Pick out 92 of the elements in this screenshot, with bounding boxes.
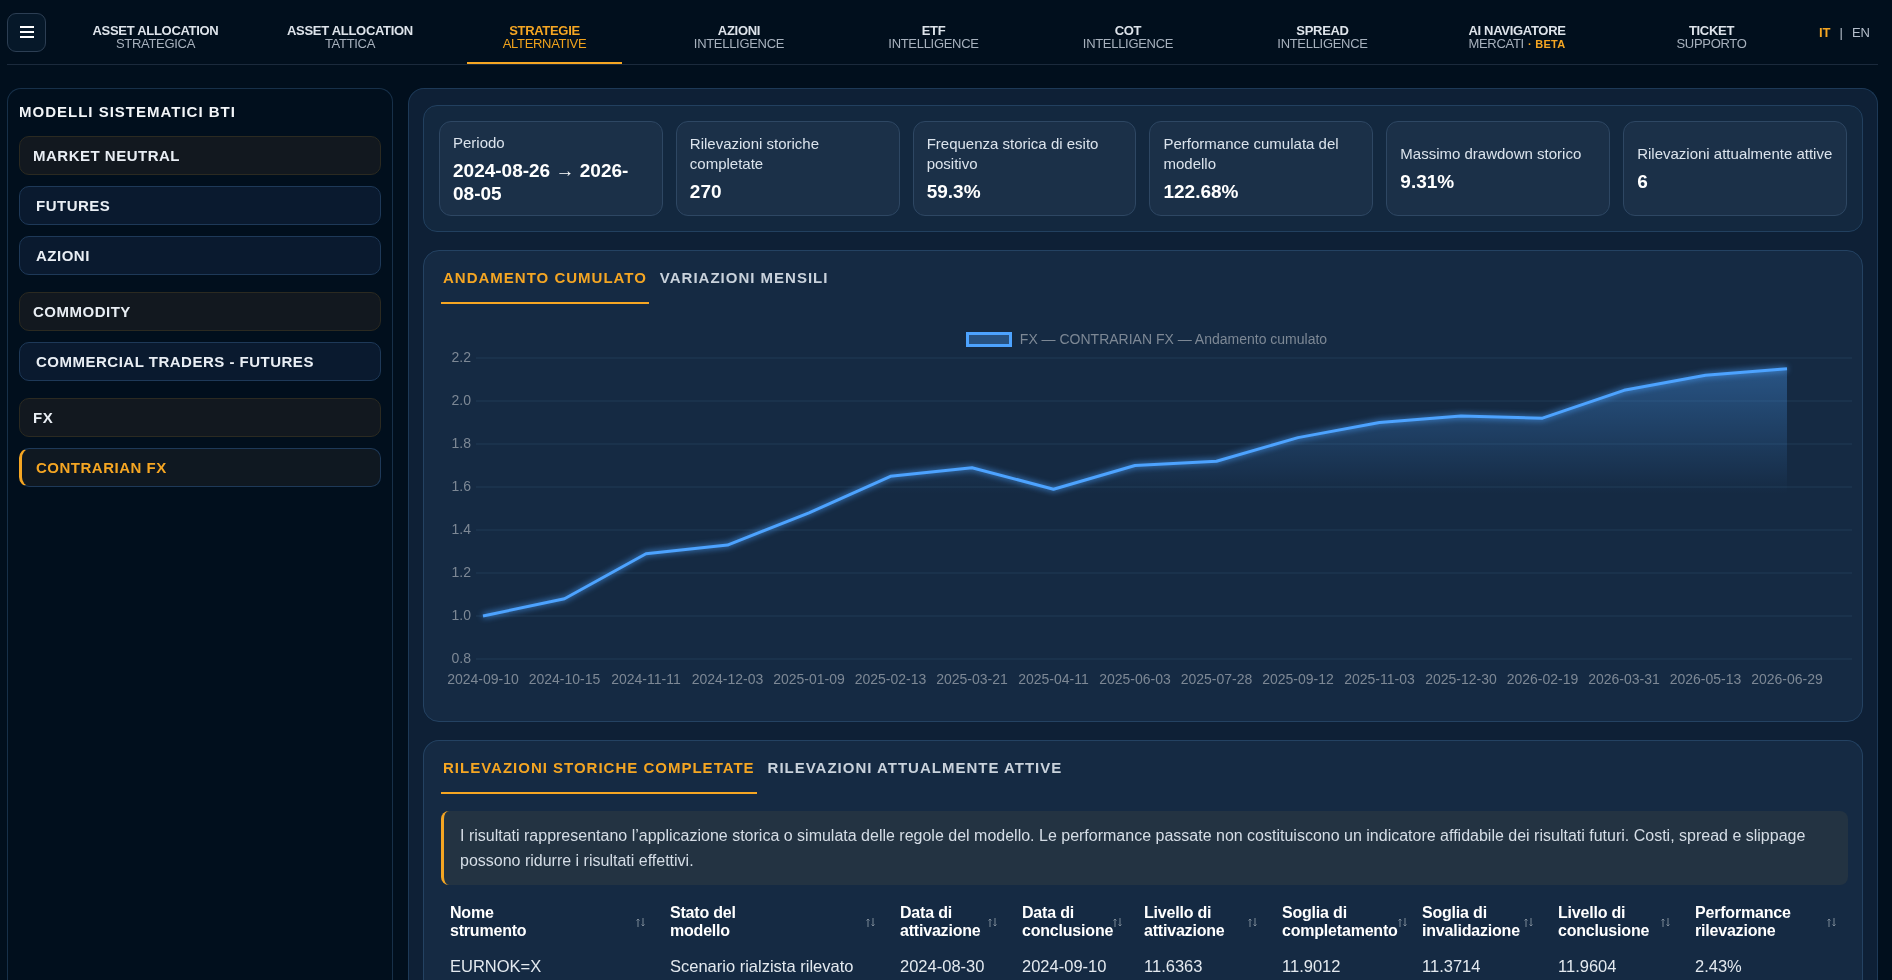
column-header[interactable]: Soglia di completamento	[1273, 904, 1413, 940]
x-axis-label: 2026-05-13	[1669, 670, 1742, 687]
column-header[interactable]: Data di attivazione	[891, 904, 1013, 940]
nav-tab[interactable]: ASSET ALLOCATION TATTICA	[272, 0, 428, 64]
language-option[interactable]: EN	[1851, 24, 1870, 40]
summary-label: Frequenza storica di esito positivo	[926, 134, 1100, 174]
table-cell-text: 11.9012	[1281, 956, 1342, 977]
results-tab[interactable]: RILEVAZIONI STORICHE COMPLETATE	[441, 753, 757, 794]
table-cell-text: 11.3714	[1421, 956, 1482, 977]
x-axis-label: 2024-09-10	[447, 670, 519, 687]
nav-tab[interactable]: ASSET ALLOCATION STRATEGICA	[78, 0, 233, 64]
x-axis-label: 2024-11-11	[611, 670, 681, 687]
table-cell-text: 2024-08-30	[899, 956, 986, 977]
y-axis-label: 1.2	[451, 563, 471, 580]
sidebar-item[interactable]: FX	[19, 398, 381, 437]
y-axis-label: 0.8	[451, 649, 471, 666]
x-axis-label: 2026-06-29	[1751, 670, 1823, 687]
results-tab[interactable]: RILEVAZIONI ATTUALMENTE ATTIVE	[765, 753, 1065, 794]
menu-icon	[19, 26, 34, 38]
x-axis-label: 2025-02-13	[854, 670, 927, 687]
column-header[interactable]: Performance rilevazione	[1686, 904, 1852, 940]
x-axis-label: 2024-10-15	[528, 670, 601, 687]
language-option[interactable]: IT	[1819, 24, 1831, 40]
column-header[interactable]: Soglia di invalidazione	[1413, 904, 1549, 940]
language-separator: |	[1839, 24, 1843, 40]
sort-icon	[1524, 917, 1533, 927]
summary-label: Rilevazioni attualmente attive	[1637, 144, 1834, 164]
x-axis-label: 2025-09-12	[1262, 670, 1334, 687]
x-axis-label: 2025-06-03	[1099, 670, 1171, 687]
x-axis-label: 2025-11-03	[1344, 670, 1415, 687]
x-axis-label: 2026-02-19	[1506, 670, 1579, 687]
nav-tab[interactable]: TICKET SUPPORTO	[1634, 0, 1789, 64]
y-axis-label: 2.0	[451, 391, 471, 408]
sidebar-item[interactable]: CONTRARIAN FX	[19, 448, 381, 487]
x-axis-label: 2025-03-21	[936, 670, 1008, 687]
summary-value: 122.68%	[1163, 180, 1240, 203]
x-axis-label: 2025-01-09	[773, 670, 845, 687]
sort-icon	[1113, 917, 1123, 927]
nav-tab[interactable]: AZIONI INTELLIGENCE	[661, 0, 817, 64]
summary-label: Periodo	[453, 132, 506, 153]
nav-tab[interactable]: ETF INTELLIGENCE	[856, 0, 1011, 64]
column-header[interactable]: Nome strumento	[441, 904, 661, 940]
table-cell-text: 11.6363	[1143, 956, 1204, 977]
y-axis-label: 1.8	[451, 434, 471, 451]
x-axis-label: 2025-07-28	[1180, 670, 1253, 687]
nav-tab[interactable]: SPREAD INTELLIGENCE	[1245, 0, 1400, 64]
table-cell-text: EURNOK=X	[449, 956, 543, 977]
table-cell-text: Scenario rialzista rilevato	[669, 956, 855, 977]
summary-label: Rilevazioni storiche completate	[689, 134, 821, 174]
sidebar-title: MODELLI SISTEMATICI BTI	[19, 103, 237, 121]
sort-icon	[636, 917, 645, 927]
sort-icon	[866, 917, 875, 927]
chart-tab[interactable]: ANDAMENTO CUMULATO	[441, 263, 649, 304]
menu-button[interactable]	[7, 12, 46, 52]
summary-label: Performance cumulata del modello	[1163, 134, 1340, 174]
x-axis-label: 2025-04-11	[1018, 670, 1089, 687]
summary-value: 270	[689, 180, 723, 203]
summary-label: Massimo drawdown storico	[1400, 144, 1583, 164]
nav-tab[interactable]: COT INTELLIGENCE	[1050, 0, 1206, 64]
nav-tab[interactable]: STRATEGIE ALTERNATIVE	[467, 0, 622, 64]
table-cell-text: 11.9604	[1557, 956, 1618, 977]
nav-tab[interactable]: AI NAVIGATORE MERCATI · BETA	[1439, 0, 1595, 64]
sort-icon	[1827, 917, 1836, 927]
sidebar-item[interactable]: AZIONI	[19, 236, 381, 275]
y-axis-label: 1.4	[451, 520, 471, 537]
summary-value: 59.3%	[926, 180, 982, 203]
x-axis-label: 2025-12-30	[1425, 670, 1497, 687]
summary-value: 9.31%	[1400, 170, 1456, 193]
sort-icon	[988, 917, 997, 927]
sidebar-item[interactable]: COMMERCIAL TRADERS - FUTURES	[19, 342, 381, 381]
table-cell-text: 2.43%	[1694, 956, 1743, 977]
sidebar-item[interactable]: MARKET NEUTRAL	[19, 136, 381, 175]
x-axis-label: 2026-03-31	[1588, 670, 1660, 687]
sort-icon	[1661, 917, 1670, 927]
sort-icon	[1248, 917, 1257, 927]
column-header[interactable]: Livello di attivazione	[1135, 904, 1273, 940]
chart-tab[interactable]: VARIAZIONI MENSILI	[657, 263, 831, 304]
table-cell-text: 2024-09-10	[1021, 956, 1108, 977]
y-axis-label: 1.0	[451, 606, 471, 623]
column-header[interactable]: Stato del modello	[661, 904, 891, 940]
disclaimer-note: I risultati rappresentano l’applicazione storica o simulata delle regole del modello. Le performance passate non costituiscono un indicatore affidabile dei risultati futuri. Costi, spread e slippage possono ridurre i risultati effettivi.	[441, 811, 1848, 885]
column-header[interactable]: Data di conclusione	[1013, 904, 1135, 940]
summary-value: 6	[1637, 170, 1649, 193]
sidebar-item[interactable]: FUTURES	[19, 186, 381, 225]
legend-label: FX — CONTRARIAN FX — Andamento cumulato	[1019, 331, 1328, 347]
y-axis-label: 2.2	[451, 348, 471, 365]
sort-icon	[1397, 917, 1407, 927]
column-header[interactable]: Livello di conclusione	[1549, 904, 1686, 940]
y-axis-label: 1.6	[451, 477, 471, 494]
x-axis-label: 2024-12-03	[691, 670, 764, 687]
summary-value: 2024-08-26 → 2026-08-05	[453, 158, 630, 205]
sidebar-item[interactable]: COMMODITY	[19, 292, 381, 331]
